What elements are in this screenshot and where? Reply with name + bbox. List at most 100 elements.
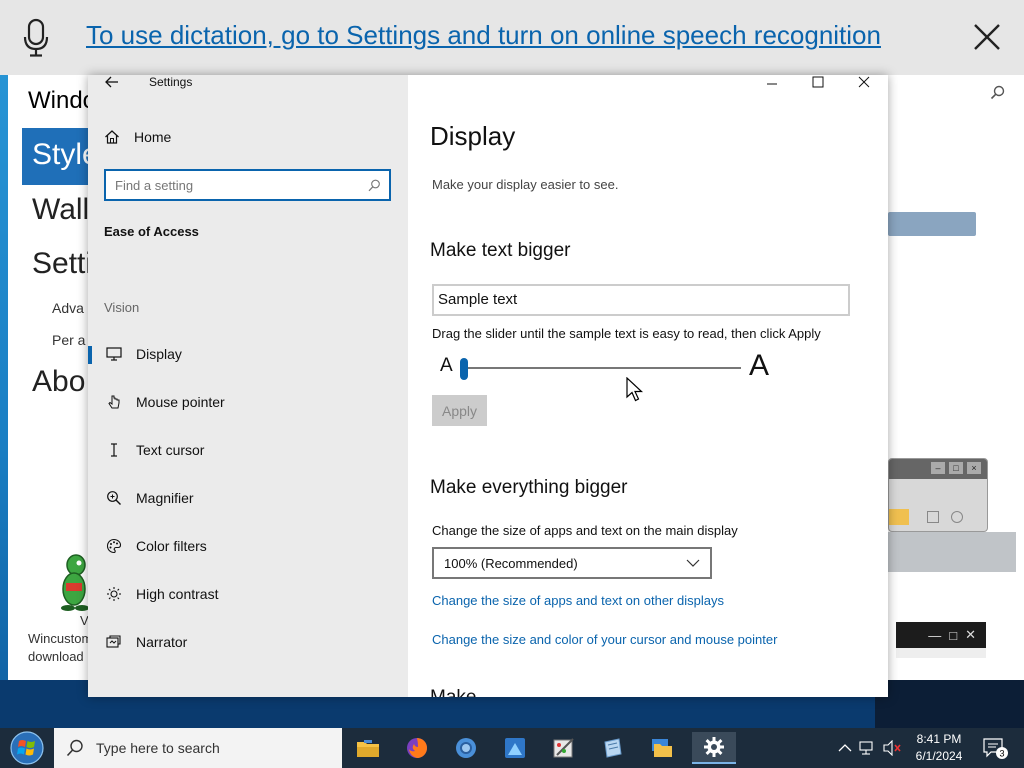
scale-dropdown-value: 100% (Recommended)	[444, 555, 578, 571]
notification-center-icon[interactable]: 3	[982, 736, 1008, 760]
dictation-banner: To use dictation, go to Settings and tur…	[0, 0, 1024, 75]
clock-time: 8:41 PM	[916, 732, 962, 746]
background-mini-window[interactable]: – □ ×	[888, 458, 988, 532]
scale-dropdown[interactable]: 100% (Recommended)	[432, 547, 712, 579]
background-window-title: Windo	[28, 87, 97, 114]
system-clock[interactable]: 8:41 PM 6/1/2024	[908, 731, 970, 765]
desktop-background-shade	[875, 680, 1024, 728]
background-item-wall[interactable]: Wall	[32, 193, 89, 227]
dictation-settings-link[interactable]: To use dictation, go to Settings and tur…	[86, 20, 881, 51]
text-cursor-icon	[106, 442, 122, 458]
sidebar-item-display[interactable]: Display	[88, 334, 408, 374]
folder-app-icon[interactable]	[644, 732, 680, 764]
background-progress-bar	[888, 212, 976, 236]
text-size-slider[interactable]	[464, 367, 741, 369]
text-size-slider-thumb[interactable]	[460, 358, 468, 380]
change-size-label: Change the size of apps and text on the …	[432, 523, 738, 538]
close-icon[interactable]: ✕	[965, 627, 976, 643]
notes-icon[interactable]	[595, 732, 631, 764]
home-nav-item[interactable]: Home	[104, 129, 171, 145]
page-title: Display	[430, 121, 516, 151]
background-item-about[interactable]: Abo	[32, 365, 85, 399]
background-item-settings[interactable]: Setti	[32, 247, 92, 281]
chrome-icon[interactable]	[448, 732, 484, 764]
window-title: Settings	[149, 75, 193, 89]
settings-icon[interactable]	[692, 732, 736, 764]
radio-icon	[951, 511, 963, 523]
mouse-cursor-icon	[626, 377, 644, 402]
clock-date: 6/1/2024	[915, 749, 963, 763]
minimize-icon	[767, 83, 777, 85]
close-icon[interactable]: ×	[967, 462, 981, 474]
firefox-icon[interactable]	[399, 732, 435, 764]
mouse-pointer-icon	[106, 394, 122, 410]
other-displays-link[interactable]: Change the size of apps and text on othe…	[432, 593, 724, 608]
taskbar: Type here to search 8:41 PM 6/1/2024 3	[0, 728, 1024, 768]
chevron-up-icon[interactable]	[838, 743, 852, 753]
sidebar-item-narrator[interactable]: Narrator	[88, 622, 408, 662]
home-icon	[105, 130, 119, 144]
close-icon[interactable]	[968, 18, 1006, 56]
settings-window: Settings Home Ease of Access Vision Disp…	[88, 75, 888, 697]
sidebar-item-label: Color filters	[136, 538, 207, 554]
background-item-advanced[interactable]: Adva	[52, 300, 84, 316]
slider-min-label: A	[440, 355, 453, 376]
search-icon[interactable]	[990, 85, 1006, 106]
make-everything-bigger-heading: Make everything bigger	[430, 477, 628, 498]
file-explorer-icon[interactable]	[350, 732, 386, 764]
minimize-button[interactable]	[749, 75, 795, 89]
search-icon	[368, 179, 380, 192]
minimize-icon[interactable]: —	[928, 628, 941, 643]
page-subtitle: Make your display easier to see.	[432, 177, 619, 192]
app-icon[interactable]	[497, 732, 533, 764]
vision-group-label: Vision	[104, 300, 140, 315]
taskbar-search[interactable]: Type here to search	[54, 728, 342, 768]
close-icon	[858, 76, 870, 88]
sidebar-item-label: Display	[136, 346, 182, 362]
network-icon[interactable]	[858, 740, 876, 756]
sidebar-item-text-cursor[interactable]: Text cursor	[88, 430, 408, 470]
magnifier-icon	[106, 490, 122, 506]
sidebar-item-color-filters[interactable]: Color filters	[88, 526, 408, 566]
find-setting-input[interactable]	[106, 171, 389, 199]
make-text-bigger-heading: Make text bigger	[430, 240, 571, 261]
slider-instruction: Drag the slider until the sample text is…	[432, 326, 821, 341]
apply-button[interactable]: Apply	[432, 395, 487, 426]
sidebar-item-label: Narrator	[136, 634, 188, 650]
back-arrow-icon[interactable]	[104, 75, 120, 89]
settings-sidebar: Settings Home Ease of Access Vision Disp…	[88, 75, 408, 697]
checkbox-icon	[927, 511, 939, 523]
volume-muted-icon[interactable]	[882, 740, 902, 756]
paint-icon[interactable]	[546, 732, 582, 764]
sidebar-item-label: Text cursor	[136, 442, 205, 458]
background-item-per[interactable]: Per a	[52, 332, 85, 348]
sun-icon	[106, 586, 122, 602]
sample-text-box: Sample text	[432, 284, 850, 316]
minimize-icon[interactable]: –	[931, 462, 945, 474]
background-mini-window-body	[888, 532, 1016, 572]
maximize-icon[interactable]: □	[949, 462, 963, 474]
background-caption-download[interactable]: download	[28, 649, 84, 664]
background-dark-window-titlebar[interactable]: — □ ✕	[896, 622, 986, 648]
sidebar-item-label: Mouse pointer	[136, 394, 225, 410]
chevron-down-icon	[686, 559, 700, 567]
sidebar-item-high-contrast[interactable]: High contrast	[88, 574, 408, 614]
taskbar-search-placeholder: Type here to search	[96, 740, 220, 756]
background-item-style[interactable]: Style	[22, 128, 99, 185]
system-tray	[838, 728, 902, 768]
find-setting-search[interactable]	[104, 169, 391, 201]
sidebar-item-mouse-pointer[interactable]: Mouse pointer	[88, 382, 408, 422]
home-label: Home	[134, 129, 172, 145]
background-caption-wincustomize[interactable]: Wincustom	[28, 631, 92, 646]
sidebar-item-label: Magnifier	[136, 490, 194, 506]
maximize-icon[interactable]: □	[949, 628, 957, 643]
close-button[interactable]	[841, 75, 887, 89]
narrator-icon	[106, 634, 122, 650]
search-icon	[66, 739, 83, 757]
sidebar-item-magnifier[interactable]: Magnifier	[88, 478, 408, 518]
maximize-button[interactable]	[795, 75, 841, 89]
maximize-icon	[812, 76, 824, 88]
cursor-settings-link[interactable]: Change the size and color of your cursor…	[432, 632, 777, 647]
notification-count: 3	[999, 749, 1004, 759]
start-button-icon[interactable]	[8, 730, 46, 766]
